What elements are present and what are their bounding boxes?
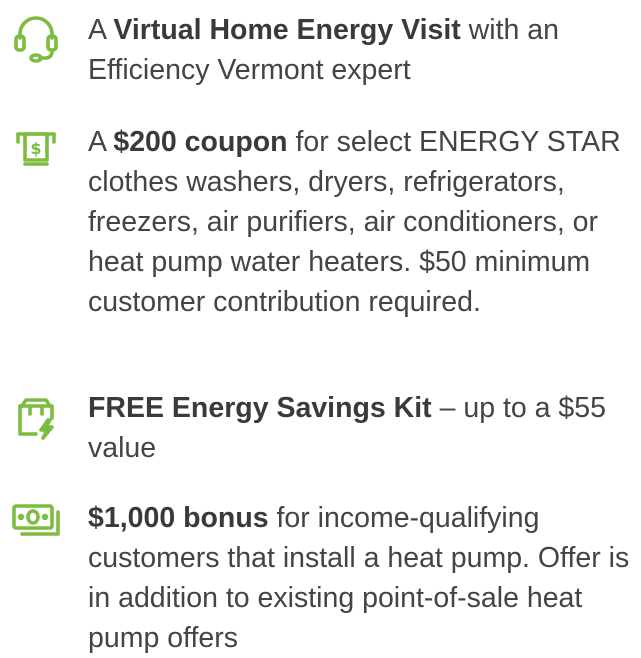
offer-text: A $200 coupon for select ENERGY STAR clo…	[88, 122, 638, 322]
offer-prefix: A	[88, 126, 114, 158]
offer-prefix: A	[88, 14, 114, 46]
offer-text: FREE Energy Savings Kit – up to a $55 va…	[88, 388, 638, 468]
headset-icon	[10, 12, 62, 64]
svg-text:$: $	[30, 139, 41, 158]
atm-cash-icon: $	[10, 122, 62, 174]
offer-text: A Virtual Home Energy Visit with an Effi…	[88, 10, 638, 90]
cash-bill-icon	[10, 498, 62, 550]
offer-highlight: FREE Energy Savings Kit	[88, 392, 432, 424]
offer-text: $1,000 bonus for income-qualifying custo…	[88, 498, 638, 658]
offer-highlight: $200 coupon	[113, 126, 288, 158]
offer-highlight: $1,000 bonus	[88, 502, 269, 534]
energy-kit-box-icon	[10, 392, 62, 444]
offer-list: A Virtual Home Energy Visit with an Effi…	[0, 0, 641, 654]
offer-highlight: Virtual Home Energy Visit	[113, 14, 461, 46]
